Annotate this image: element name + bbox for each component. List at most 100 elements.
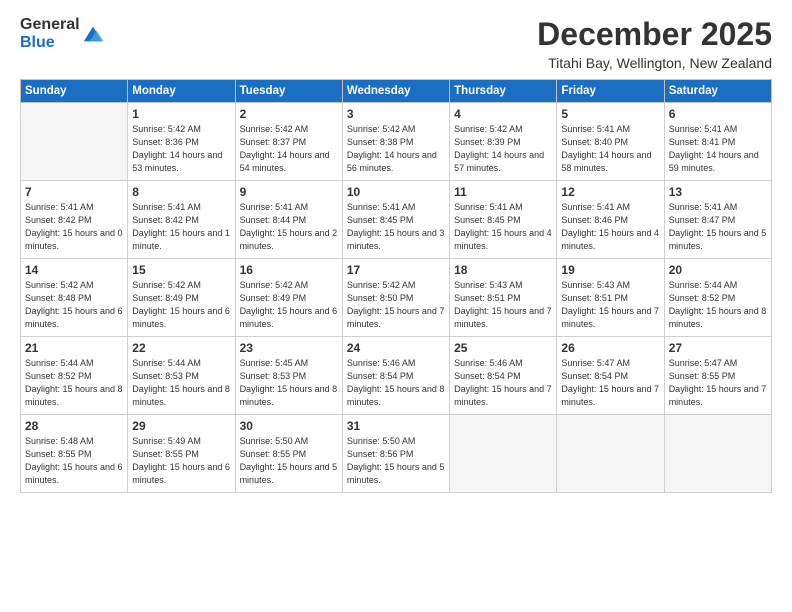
calendar-day: 10 Sunrise: 5:41 AMSunset: 8:45 PMDayligh…	[342, 181, 449, 259]
day-detail: Sunrise: 5:42 AMSunset: 8:39 PMDaylight:…	[454, 123, 552, 175]
calendar-week-1: 7 Sunrise: 5:41 AMSunset: 8:42 PMDaylight…	[21, 181, 772, 259]
day-detail: Sunrise: 5:43 AMSunset: 8:51 PMDaylight:…	[454, 279, 552, 331]
calendar-day: 31 Sunrise: 5:50 AMSunset: 8:56 PMDayligh…	[342, 415, 449, 493]
col-saturday: Saturday	[664, 80, 771, 103]
day-number: 18	[454, 263, 552, 277]
day-detail: Sunrise: 5:41 AMSunset: 8:44 PMDaylight:…	[240, 201, 338, 253]
calendar-day: 3Sunrise: 5:42 AMSunset: 8:38 PMDaylight…	[342, 103, 449, 181]
calendar-day: 21Sunrise: 5:44 AMSunset: 8:52 PMDayligh…	[21, 337, 128, 415]
day-detail: Sunrise: 5:42 AMSunset: 8:38 PMDaylight:…	[347, 123, 445, 175]
calendar-day: 30 Sunrise: 5:50 AMSunset: 8:55 PMDayligh…	[235, 415, 342, 493]
day-number: 20	[669, 263, 767, 277]
day-number: 10	[347, 185, 445, 199]
calendar-day	[664, 415, 771, 493]
day-detail: Sunrise: 5:46 AMSunset: 8:54 PMDaylight:…	[347, 357, 445, 409]
calendar-day	[557, 415, 664, 493]
day-number: 8	[132, 185, 230, 199]
day-detail: Sunrise: 5:41 AMSunset: 8:42 PMDaylight:…	[132, 201, 230, 253]
page: General Blue December 2025 Titahi Bay, W…	[0, 0, 792, 612]
calendar-day: 13Sunrise: 5:41 AMSunset: 8:47 PMDayligh…	[664, 181, 771, 259]
calendar-day: 26Sunrise: 5:47 AMSunset: 8:54 PMDayligh…	[557, 337, 664, 415]
title-block: December 2025 Titahi Bay, Wellington, Ne…	[537, 16, 772, 71]
day-number: 25	[454, 341, 552, 355]
calendar-day: 2 Sunrise: 5:42 AMSunset: 8:37 PMDaylight…	[235, 103, 342, 181]
calendar-day: 20 Sunrise: 5:44 AMSunset: 8:52 PMDayligh…	[664, 259, 771, 337]
day-detail: Sunrise: 5:42 AMSunset: 8:49 PMDaylight:…	[240, 279, 338, 331]
day-number: 16	[240, 263, 338, 277]
day-detail: Sunrise: 5:41 AMSunset: 8:42 PMDaylight:…	[25, 201, 123, 253]
day-number: 2	[240, 107, 338, 121]
calendar-day: 15 Sunrise: 5:42 AMSunset: 8:49 PMDayligh…	[128, 259, 235, 337]
calendar-day: 9 Sunrise: 5:41 AMSunset: 8:44 PMDaylight…	[235, 181, 342, 259]
day-detail: Sunrise: 5:42 AMSunset: 8:37 PMDaylight:…	[240, 123, 338, 175]
calendar-day: 7 Sunrise: 5:41 AMSunset: 8:42 PMDaylight…	[21, 181, 128, 259]
calendar-day: 4 Sunrise: 5:42 AMSunset: 8:39 PMDaylight…	[450, 103, 557, 181]
day-number: 7	[25, 185, 123, 199]
calendar-header-row: Sunday Monday Tuesday Wednesday Thursday…	[21, 80, 772, 103]
calendar-day: 1Sunrise: 5:42 AMSunset: 8:36 PMDaylight…	[128, 103, 235, 181]
logo-text: General Blue	[20, 16, 80, 51]
day-number: 23	[240, 341, 338, 355]
day-detail: Sunrise: 5:42 AMSunset: 8:50 PMDaylight:…	[347, 279, 445, 331]
col-wednesday: Wednesday	[342, 80, 449, 103]
calendar-day: 28 Sunrise: 5:48 AMSunset: 8:55 PMDayligh…	[21, 415, 128, 493]
day-number: 13	[669, 185, 767, 199]
day-detail: Sunrise: 5:44 AMSunset: 8:52 PMDaylight:…	[669, 279, 767, 331]
calendar: Sunday Monday Tuesday Wednesday Thursday…	[20, 79, 772, 493]
calendar-day: 23 Sunrise: 5:45 AMSunset: 8:53 PMDayligh…	[235, 337, 342, 415]
calendar-week-2: 14 Sunrise: 5:42 AMSunset: 8:48 PMDayligh…	[21, 259, 772, 337]
day-number: 11	[454, 185, 552, 199]
calendar-day: 24 Sunrise: 5:46 AMSunset: 8:54 PMDayligh…	[342, 337, 449, 415]
logo-general: General	[20, 16, 80, 34]
day-number: 4	[454, 107, 552, 121]
logo-icon	[82, 23, 104, 45]
calendar-day: 17 Sunrise: 5:42 AMSunset: 8:50 PMDayligh…	[342, 259, 449, 337]
day-detail: Sunrise: 5:41 AMSunset: 8:45 PMDaylight:…	[347, 201, 445, 253]
col-monday: Monday	[128, 80, 235, 103]
day-number: 28	[25, 419, 123, 433]
calendar-day: 12Sunrise: 5:41 AMSunset: 8:46 PMDayligh…	[557, 181, 664, 259]
day-detail: Sunrise: 5:44 AMSunset: 8:53 PMDaylight:…	[132, 357, 230, 409]
day-detail: Sunrise: 5:42 AMSunset: 8:36 PMDaylight:…	[132, 123, 230, 175]
calendar-day: 5Sunrise: 5:41 AMSunset: 8:40 PMDaylight…	[557, 103, 664, 181]
day-number: 17	[347, 263, 445, 277]
day-detail: Sunrise: 5:49 AMSunset: 8:55 PMDaylight:…	[132, 435, 230, 487]
day-number: 24	[347, 341, 445, 355]
day-number: 19	[561, 263, 659, 277]
calendar-day: 27Sunrise: 5:47 AMSunset: 8:55 PMDayligh…	[664, 337, 771, 415]
day-number: 12	[561, 185, 659, 199]
day-number: 22	[132, 341, 230, 355]
day-detail: Sunrise: 5:47 AMSunset: 8:55 PMDaylight:…	[669, 357, 767, 409]
day-detail: Sunrise: 5:45 AMSunset: 8:53 PMDaylight:…	[240, 357, 338, 409]
day-detail: Sunrise: 5:50 AMSunset: 8:56 PMDaylight:…	[347, 435, 445, 487]
day-detail: Sunrise: 5:50 AMSunset: 8:55 PMDaylight:…	[240, 435, 338, 487]
col-friday: Friday	[557, 80, 664, 103]
calendar-week-0: 1Sunrise: 5:42 AMSunset: 8:36 PMDaylight…	[21, 103, 772, 181]
calendar-day: 29 Sunrise: 5:49 AMSunset: 8:55 PMDayligh…	[128, 415, 235, 493]
calendar-week-4: 28 Sunrise: 5:48 AMSunset: 8:55 PMDayligh…	[21, 415, 772, 493]
day-number: 15	[132, 263, 230, 277]
calendar-day: 25 Sunrise: 5:46 AMSunset: 8:54 PMDayligh…	[450, 337, 557, 415]
day-number: 29	[132, 419, 230, 433]
day-detail: Sunrise: 5:42 AMSunset: 8:49 PMDaylight:…	[132, 279, 230, 331]
day-number: 6	[669, 107, 767, 121]
col-sunday: Sunday	[21, 80, 128, 103]
main-title: December 2025	[537, 16, 772, 53]
calendar-day: 14 Sunrise: 5:42 AMSunset: 8:48 PMDayligh…	[21, 259, 128, 337]
calendar-day: 6 Sunrise: 5:41 AMSunset: 8:41 PMDaylight…	[664, 103, 771, 181]
day-detail: Sunrise: 5:41 AMSunset: 8:41 PMDaylight:…	[669, 123, 767, 175]
day-detail: Sunrise: 5:44 AMSunset: 8:52 PMDaylight:…	[25, 357, 123, 409]
day-number: 9	[240, 185, 338, 199]
day-detail: Sunrise: 5:48 AMSunset: 8:55 PMDaylight:…	[25, 435, 123, 487]
calendar-day: 11 Sunrise: 5:41 AMSunset: 8:45 PMDayligh…	[450, 181, 557, 259]
calendar-day	[450, 415, 557, 493]
calendar-day: 18 Sunrise: 5:43 AMSunset: 8:51 PMDayligh…	[450, 259, 557, 337]
day-number: 14	[25, 263, 123, 277]
day-detail: Sunrise: 5:47 AMSunset: 8:54 PMDaylight:…	[561, 357, 659, 409]
day-number: 30	[240, 419, 338, 433]
day-number: 31	[347, 419, 445, 433]
day-detail: Sunrise: 5:41 AMSunset: 8:45 PMDaylight:…	[454, 201, 552, 253]
day-detail: Sunrise: 5:42 AMSunset: 8:48 PMDaylight:…	[25, 279, 123, 331]
day-detail: Sunrise: 5:43 AMSunset: 8:51 PMDaylight:…	[561, 279, 659, 331]
day-detail: Sunrise: 5:46 AMSunset: 8:54 PMDaylight:…	[454, 357, 552, 409]
